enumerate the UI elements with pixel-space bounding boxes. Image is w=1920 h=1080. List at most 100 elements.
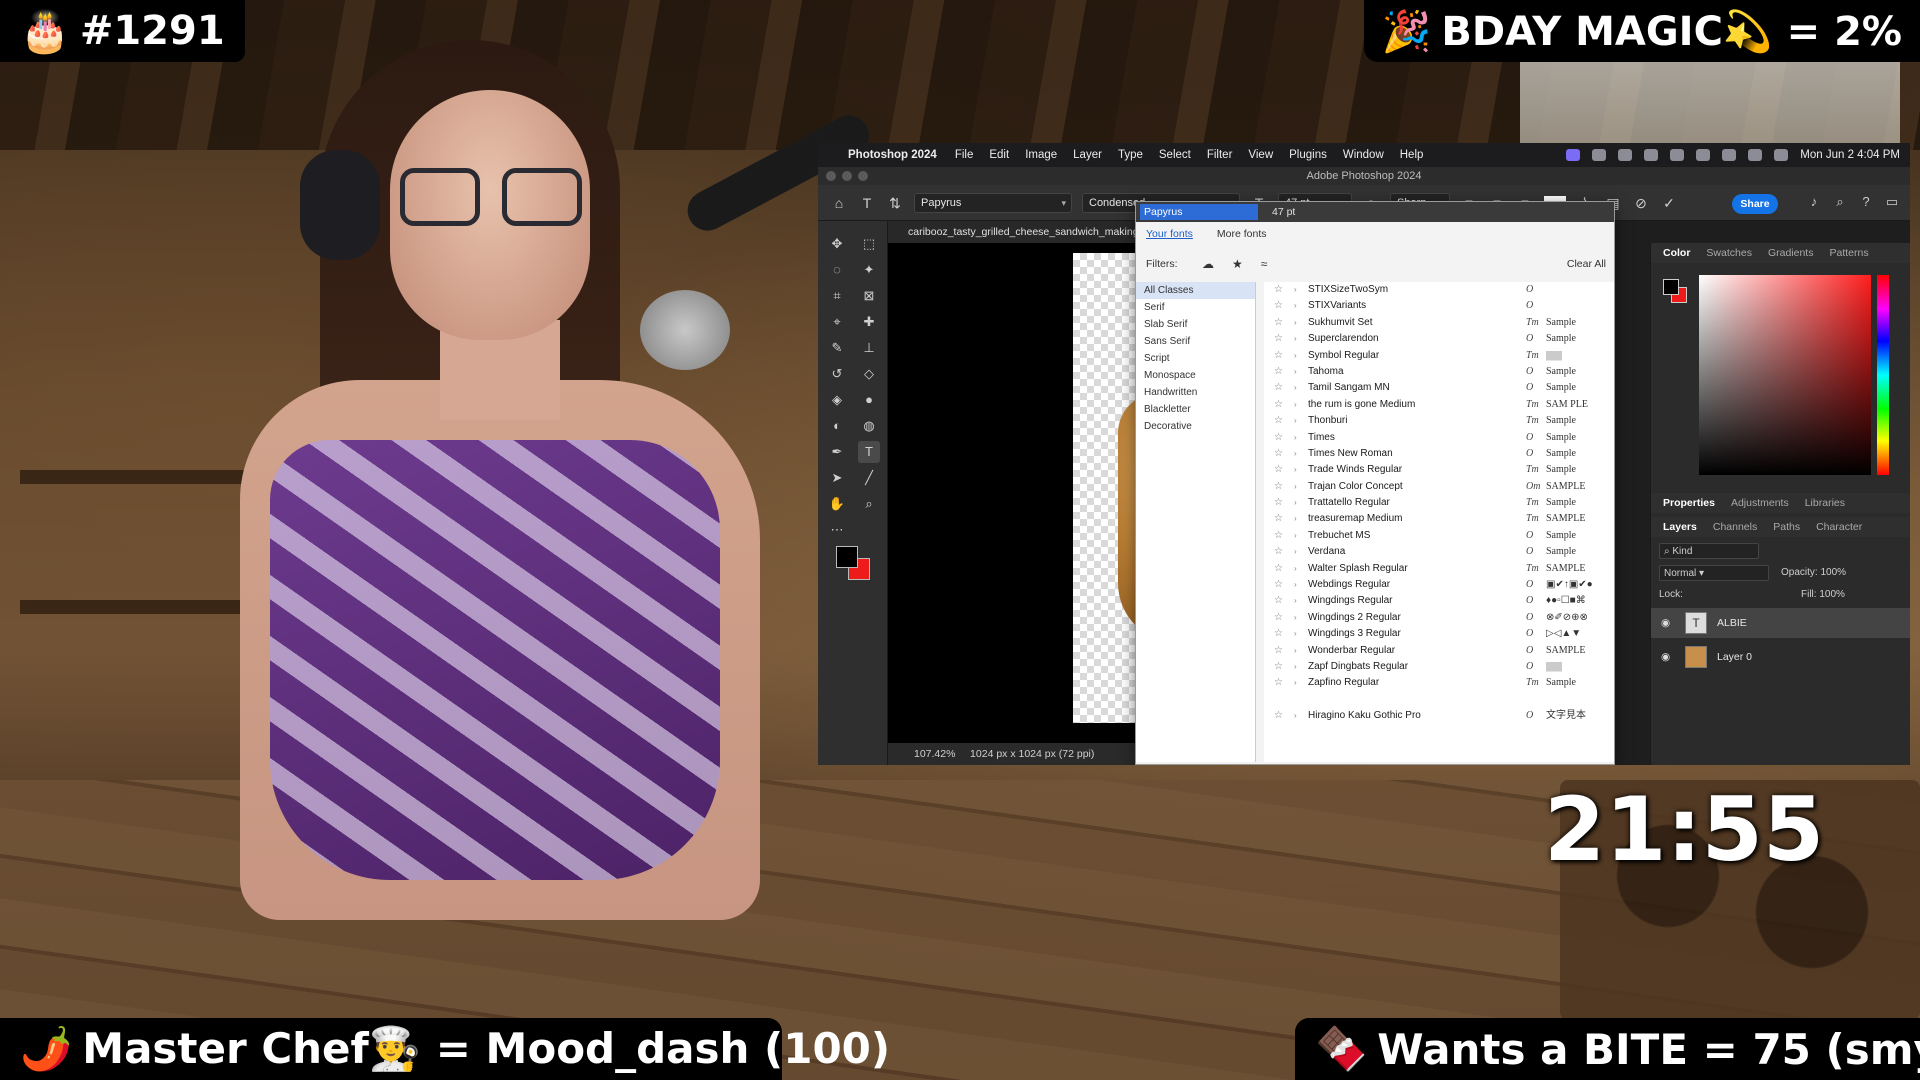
eye-icon[interactable]: ◉ (1661, 642, 1670, 672)
star-icon[interactable]: ☆ (1274, 364, 1283, 380)
chevron-right-icon[interactable]: › (1294, 544, 1297, 560)
foreground-color-swatch[interactable] (836, 546, 858, 568)
star-icon[interactable]: ☆ (1274, 315, 1283, 331)
chevron-right-icon[interactable]: › (1294, 380, 1297, 396)
zoom-window-icon[interactable] (858, 171, 868, 181)
gradient-tool-icon[interactable]: ◈ (826, 389, 848, 411)
chevron-right-icon[interactable]: › (1294, 298, 1297, 314)
chevron-right-icon[interactable]: › (1294, 413, 1297, 429)
chevron-right-icon[interactable]: › (1294, 430, 1297, 446)
fill-value[interactable]: 100% (1819, 589, 1845, 600)
menu-type[interactable]: Type (1118, 149, 1143, 161)
orientation-icon[interactable]: ⇅ (886, 194, 904, 212)
font-list-item[interactable]: ☆ › Zapfino Regular Tт Sample (1264, 675, 1614, 691)
font-list-item[interactable]: ☆ › Wingdings 3 Regular O ▷◁▲▼ (1264, 626, 1614, 642)
font-class-item[interactable]: Sans Serif (1136, 333, 1255, 350)
chevron-right-icon[interactable]: › (1294, 479, 1297, 495)
font-list-item[interactable]: ☆ › Walter Splash Regular Tт SAMPLE (1264, 561, 1614, 577)
menu-plugins[interactable]: Plugins (1289, 149, 1327, 161)
star-icon[interactable]: ☆ (1274, 708, 1283, 724)
marquee-tool-icon[interactable]: ⬚ (858, 233, 880, 255)
minimize-window-icon[interactable] (842, 171, 852, 181)
dodge-tool-icon[interactable]: ◐ (826, 415, 848, 437)
clear-all-button[interactable]: Clear All (1567, 254, 1606, 274)
font-class-item[interactable]: Monospace (1136, 367, 1255, 384)
search-icon[interactable] (1722, 149, 1737, 161)
cloud-icon[interactable] (1592, 149, 1607, 161)
tab-your-fonts[interactable]: Your fonts (1146, 224, 1193, 244)
font-list-item[interactable]: ☆ › treasuremap Medium Tт SAMPLE (1264, 511, 1614, 527)
tab-libraries[interactable]: Libraries (1805, 493, 1845, 513)
search-icon[interactable]: ⌕ (1832, 194, 1848, 210)
font-list-item[interactable] (1264, 692, 1614, 708)
font-list-item[interactable]: ☆ › Trebuchet MS O Sample (1264, 528, 1614, 544)
star-icon[interactable]: ☆ (1274, 495, 1283, 511)
layer-row[interactable]: ◉ T ALBIE (1651, 608, 1910, 638)
chevron-right-icon[interactable]: › (1294, 331, 1297, 347)
lasso-tool-icon[interactable]: ◌ (826, 259, 848, 281)
tab-channels[interactable]: Channels (1713, 517, 1757, 537)
font-class-item[interactable]: Script (1136, 350, 1255, 367)
font-list-item[interactable]: ☆ › Zapf Dingbats Regular O |||||||| (1264, 659, 1614, 675)
font-list-item[interactable]: ☆ › Sukhumvit Set Tт Sample (1264, 315, 1614, 331)
star-icon[interactable]: ☆ (1274, 577, 1283, 593)
font-list-item[interactable]: ☆ › the rum is gone Medium Tт SAM PLE (1264, 397, 1614, 413)
zoom-tool-icon[interactable]: ⌕ (858, 493, 880, 515)
control-center-icon[interactable] (1748, 149, 1763, 161)
star-icon[interactable]: ☆ (1274, 626, 1283, 642)
chevron-right-icon[interactable]: › (1294, 315, 1297, 331)
font-class-item[interactable]: Blackletter (1136, 401, 1255, 418)
share-button[interactable]: Share (1732, 194, 1778, 214)
font-list-item[interactable]: ☆ › Trajan Color Concept Om SAMPLE (1264, 479, 1614, 495)
font-list-item[interactable]: ☆ › Superclarendon O Sample (1264, 331, 1614, 347)
chevron-right-icon[interactable]: › (1294, 511, 1297, 527)
font-list-item[interactable]: ☆ › Wingdings Regular O ♦●▫☐■⌘ (1264, 593, 1614, 609)
chevron-right-icon[interactable]: › (1294, 675, 1297, 691)
chevron-right-icon[interactable]: › (1294, 348, 1297, 364)
bell-icon[interactable]: ♪ (1806, 194, 1822, 210)
star-icon[interactable]: ☆ (1274, 511, 1283, 527)
font-list-item[interactable]: ☆ › Wonderbar Regular O SAMPLE (1264, 643, 1614, 659)
wifi-icon[interactable] (1696, 149, 1711, 161)
tab-gradients[interactable]: Gradients (1768, 243, 1814, 263)
chevron-right-icon[interactable]: › (1294, 364, 1297, 380)
star-icon[interactable]: ☆ (1274, 397, 1283, 413)
chevron-right-icon[interactable]: › (1294, 462, 1297, 478)
star-icon[interactable]: ☆ (1274, 675, 1283, 691)
cancel-icon[interactable]: ⊘ (1632, 194, 1650, 212)
chevron-right-icon[interactable]: › (1294, 577, 1297, 593)
chevron-right-icon[interactable]: › (1294, 610, 1297, 626)
chevron-right-icon[interactable]: › (1294, 561, 1297, 577)
layer-name[interactable]: Layer 0 (1717, 642, 1752, 672)
star-icon[interactable]: ☆ (1274, 348, 1283, 364)
brush-tool-icon[interactable]: ✎ (826, 337, 848, 359)
zoom-level[interactable]: 107.42% (914, 748, 955, 760)
font-list-item[interactable]: ☆ › Trade Winds Regular Tт Sample (1264, 462, 1614, 478)
star-icon[interactable]: ☆ (1274, 561, 1283, 577)
tab-patterns[interactable]: Patterns (1829, 243, 1868, 263)
star-icon[interactable]: ☆ (1274, 479, 1283, 495)
menu-select[interactable]: Select (1159, 149, 1191, 161)
blend-mode-select[interactable]: Normal ▾ (1659, 565, 1769, 581)
home-icon[interactable]: ⌂ (830, 194, 848, 212)
chevron-right-icon[interactable]: › (1294, 659, 1297, 675)
tab-adjustments[interactable]: Adjustments (1731, 493, 1789, 513)
commit-icon[interactable]: ✓ (1660, 194, 1678, 212)
font-list-item[interactable]: ☆ › Times New Roman O Sample (1264, 446, 1614, 462)
opacity-field[interactable]: Opacity: 100% (1781, 565, 1846, 581)
color-picker-field[interactable] (1699, 275, 1871, 475)
font-class-item[interactable]: Decorative (1136, 418, 1255, 435)
font-list-item[interactable]: ☆ › Tahoma O Sample (1264, 364, 1614, 380)
font-list-item[interactable]: ☆ › Hiragino Kaku Gothic Pro O 文字見本 (1264, 708, 1614, 724)
star-icon[interactable]: ☆ (1274, 282, 1283, 298)
menu-image[interactable]: Image (1025, 149, 1057, 161)
type-tool-icon[interactable]: T (858, 194, 876, 212)
font-class-item[interactable]: Handwritten (1136, 384, 1255, 401)
tab-layers[interactable]: Layers (1663, 517, 1697, 537)
font-list-item[interactable]: ☆ › Thonburi Tт Sample (1264, 413, 1614, 429)
tab-more-fonts[interactable]: More fonts (1217, 224, 1267, 244)
chevron-right-icon[interactable]: › (1294, 282, 1297, 298)
frame-tool-icon[interactable]: ⊠ (858, 285, 880, 307)
blur-tool-icon[interactable]: ● (858, 389, 880, 411)
siri-icon[interactable] (1774, 149, 1789, 161)
